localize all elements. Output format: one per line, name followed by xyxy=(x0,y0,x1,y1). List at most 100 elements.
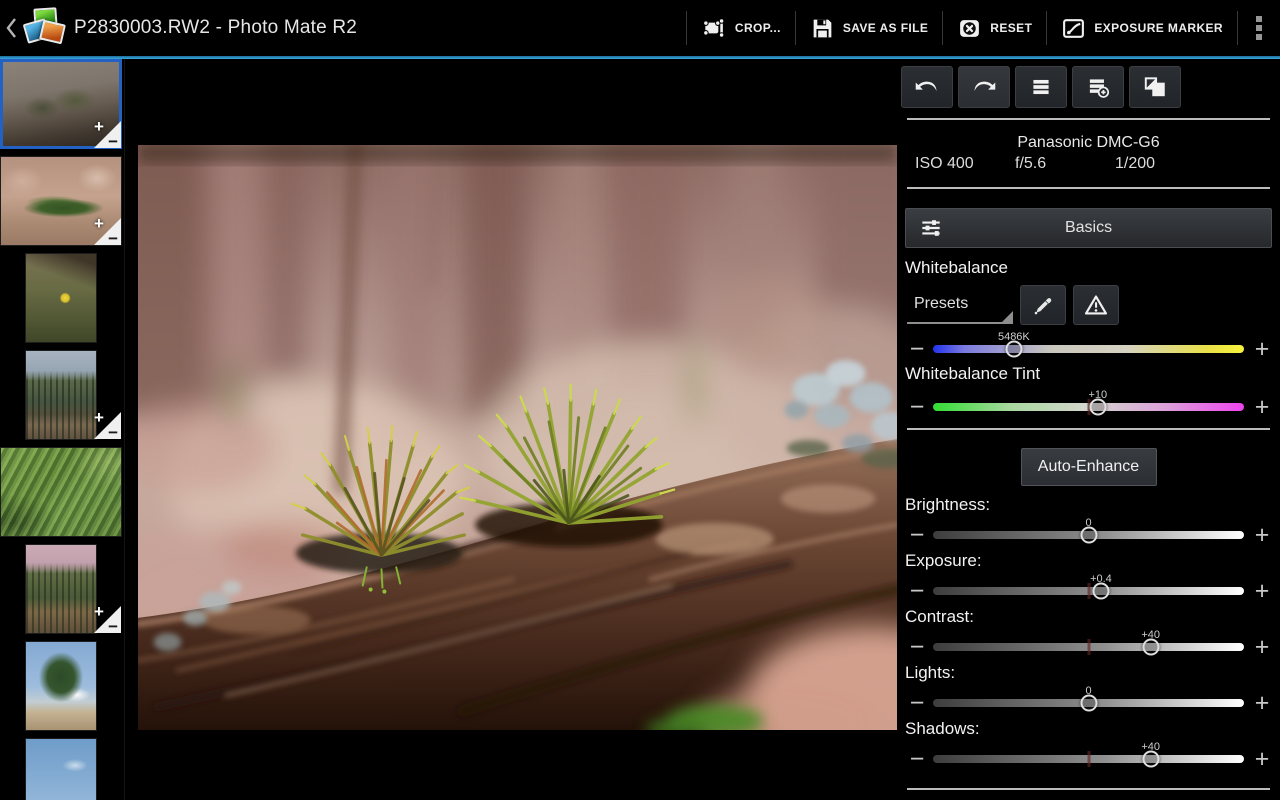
crop-icon xyxy=(702,18,725,38)
slider-thumb[interactable] xyxy=(1089,398,1107,416)
contrast-group: Contrast: − +40 + xyxy=(897,607,1280,660)
thumbnail-spruce-branches[interactable] xyxy=(0,447,122,537)
contrast-label: Contrast: xyxy=(905,607,974,626)
divider xyxy=(907,788,1270,790)
overflow-menu-button[interactable] xyxy=(1238,0,1280,56)
slider-thumb[interactable] xyxy=(1080,694,1097,712)
exposure-track[interactable]: +0.4 xyxy=(933,573,1244,600)
list-icon xyxy=(1033,79,1049,95)
redo-icon xyxy=(974,81,996,92)
wb-temp-slider: − 5486K + xyxy=(907,331,1272,362)
thumbnail-tree-sky[interactable] xyxy=(0,738,122,800)
slider-minus[interactable]: − xyxy=(907,747,927,772)
divider xyxy=(907,187,1270,189)
slider-plus[interactable]: + xyxy=(1252,691,1272,716)
app-icon[interactable] xyxy=(22,6,66,50)
wb-temp-track[interactable]: 5486K xyxy=(933,331,1244,358)
slider-thumb[interactable] xyxy=(1142,750,1160,768)
redo-button[interactable] xyxy=(958,66,1010,108)
lights-track[interactable]: 0 xyxy=(933,685,1244,712)
brightness-group: Brightness: − 0 + xyxy=(897,495,1280,548)
brightness-slider: − 0 + xyxy=(907,517,1272,548)
slider-plus[interactable]: + xyxy=(1252,747,1272,772)
slider-plus[interactable]: + xyxy=(1252,523,1272,548)
shadows-track[interactable]: +40 xyxy=(933,741,1244,768)
undo-button[interactable] xyxy=(901,66,953,108)
camera-model: Panasonic DMC-G6 xyxy=(1017,134,1160,151)
slider-plus[interactable]: + xyxy=(1252,579,1272,604)
warning-triangle-icon xyxy=(1084,295,1108,315)
thumbnail-image xyxy=(25,253,97,343)
save-icon xyxy=(813,19,832,37)
panel-toolbar xyxy=(901,66,1280,108)
save-as-file-label: SAVE AS FILE xyxy=(842,21,929,35)
wb-preset-value: Presets xyxy=(914,295,969,312)
slider-thumb[interactable] xyxy=(1005,340,1023,358)
moss-log-photo xyxy=(138,145,897,730)
whitebalance-label: Whitebalance xyxy=(905,258,1009,277)
thumbnail-pine-tree[interactable] xyxy=(0,641,122,731)
slider-thumb[interactable] xyxy=(1142,638,1160,656)
add-snapshot-button[interactable] xyxy=(1072,66,1124,108)
brightness-track[interactable]: 0 xyxy=(933,517,1244,544)
slider-minus[interactable]: − xyxy=(907,635,927,660)
save-as-file-button[interactable]: SAVE AS FILE xyxy=(796,0,942,56)
wb-picker-button[interactable] xyxy=(1020,285,1066,325)
eyedropper-icon xyxy=(1034,298,1052,315)
edit-panel: Panasonic DMC-G6 ISO 400 f/5.6 1/200 Bas… xyxy=(897,59,1280,800)
slider-minus[interactable]: − xyxy=(907,337,927,362)
thumbnail-conifer-branch[interactable]: + − xyxy=(0,156,122,248)
action-bar: P2830003.RW2 - Photo Mate R2 CROP... SAV… xyxy=(0,0,1280,56)
history-list-button[interactable] xyxy=(1015,66,1067,108)
thumbnail-image xyxy=(25,350,97,440)
whitebalance-controls: Presets xyxy=(907,284,1280,326)
thumbnail-moss-log[interactable]: + − xyxy=(0,59,122,151)
edited-badge: + − xyxy=(94,214,121,248)
slider-plus[interactable]: + xyxy=(1252,337,1272,362)
thumbnail-image xyxy=(25,641,97,731)
before-after-button[interactable] xyxy=(1129,66,1181,108)
slider-thumb[interactable] xyxy=(1080,526,1097,544)
basics-section-header[interactable]: Basics xyxy=(905,208,1272,248)
thumbnail-image xyxy=(0,447,122,537)
center-tick xyxy=(1087,639,1090,655)
window-title: P2830003.RW2 - Photo Mate R2 xyxy=(74,17,358,38)
main-photo[interactable] xyxy=(138,145,897,730)
action-bar-actions: CROP... SAVE AS FILE RESET EXPOSURE MARK… xyxy=(685,0,1280,56)
contrast-slider: − +40 + xyxy=(907,629,1272,660)
thumbnail-yellow-flower[interactable] xyxy=(0,253,122,343)
overflow-menu-icon xyxy=(1256,16,1262,22)
slider-minus[interactable]: − xyxy=(907,395,927,420)
app-icon-photo-orange xyxy=(39,19,66,45)
thumbnail-forest-path-pink[interactable]: + − xyxy=(0,544,122,636)
shutter-value: 1/200 xyxy=(1115,155,1156,172)
lights-slider: − 0 + xyxy=(907,685,1272,716)
reset-icon xyxy=(960,19,980,37)
exposure-marker-button[interactable]: EXPOSURE MARKER xyxy=(1047,0,1237,56)
slider-plus[interactable]: + xyxy=(1252,635,1272,660)
exposure-label: Exposure: xyxy=(905,551,982,570)
thumbnail-image xyxy=(25,544,97,634)
crop-button[interactable]: CROP... xyxy=(687,0,795,56)
slider-minus[interactable]: − xyxy=(907,523,927,548)
auto-enhance-button[interactable]: Auto-Enhance xyxy=(1020,448,1157,486)
slider-plus[interactable]: + xyxy=(1252,395,1272,420)
slider-minus[interactable]: − xyxy=(907,579,927,604)
divider xyxy=(907,428,1270,430)
brightness-label: Brightness: xyxy=(905,495,991,514)
photo-mate-app: P2830003.RW2 - Photo Mate R2 CROP... SAV… xyxy=(0,0,1280,800)
lights-group: Lights: − 0 + xyxy=(897,663,1280,716)
aperture-value: f/5.6 xyxy=(1015,155,1047,172)
slider-thumb[interactable] xyxy=(1092,582,1110,600)
exposure-marker-label: EXPOSURE MARKER xyxy=(1094,21,1223,35)
thumbnail-forest-path[interactable]: + − xyxy=(0,350,122,442)
clipping-warning-button[interactable] xyxy=(1073,285,1119,325)
reset-button[interactable]: RESET xyxy=(943,0,1046,56)
slider-minus[interactable]: − xyxy=(907,691,927,716)
back-button[interactable] xyxy=(0,0,22,56)
undo-icon xyxy=(915,81,937,92)
wb-tint-track[interactable]: +10 xyxy=(933,389,1244,416)
wb-preset-spinner[interactable]: Presets xyxy=(907,286,1013,324)
contrast-track[interactable]: +40 xyxy=(933,629,1244,656)
section-title: Basics xyxy=(1064,219,1113,236)
